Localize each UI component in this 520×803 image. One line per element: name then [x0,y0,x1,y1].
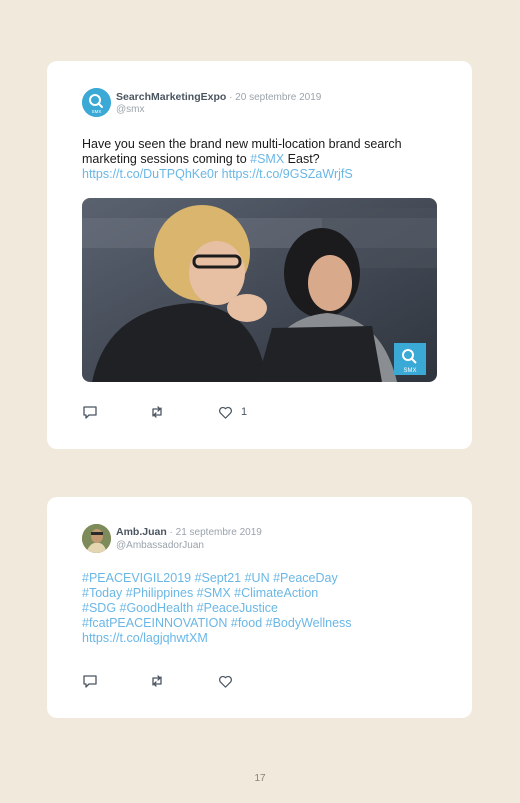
hashtag-link[interactable]: #SMX [250,152,284,166]
page-number: 17 [254,773,266,784]
retweet-button[interactable] [149,404,165,420]
hashtag-line[interactable]: #PEACEVIGIL2019 #Sept21 #UN #PeaceDay [82,571,442,586]
tweet-card: Amb.Juan · 21 septembre 2019 @Ambassador… [47,497,472,718]
tweet-text-prefix: Have you seen the brand new multi-locati… [82,137,402,166]
smx-logo-icon: SMX [82,88,111,117]
hashtag-line[interactable]: #SDG #GoodHealth #PeaceJustice [82,601,442,616]
author-name[interactable]: Amb.Juan [116,526,167,538]
tweet-link[interactable]: https://t.co/lagjqhwtXM [82,631,442,646]
like-count: 1 [241,406,248,418]
author-line: SearchMarketingExpo · 20 septembre 2019 [116,91,321,103]
like-button[interactable]: 1 [218,404,247,420]
conference-photo: SMX [82,198,437,382]
reply-icon [83,406,97,419]
avatar[interactable] [82,524,111,553]
hashtag-line[interactable]: #Today #Philippines #SMX #ClimateAction [82,586,442,601]
retweet-icon [152,675,162,687]
author-handle[interactable]: @smx [116,104,144,115]
tweet-actions: 1 [82,404,282,420]
tweet-date[interactable]: · 21 septembre 2019 [167,527,262,538]
like-icon [219,675,232,688]
svg-text:SMX: SMX [403,368,416,374]
tweet-text: #PEACEVIGIL2019 #Sept21 #UN #PeaceDay #T… [82,571,442,646]
tweet-date[interactable]: · 20 septembre 2019 [226,92,321,103]
tweet-card: SMX SearchMarketingExpo · 20 septembre 2… [47,61,472,449]
retweet-button[interactable] [149,673,165,689]
person-avatar-icon [82,524,111,553]
tweet-text: Have you seen the brand new multi-locati… [82,137,442,182]
tweet-text-suffix: East? [284,152,320,166]
reply-button[interactable] [82,673,98,689]
tweet-links[interactable]: https://t.co/DuTPQhKe0r https://t.co/9GS… [82,167,353,181]
author-name[interactable]: SearchMarketingExpo [116,91,226,103]
reply-icon [83,675,97,688]
tweet-actions [82,673,282,689]
like-icon [219,406,232,419]
like-button[interactable] [218,673,241,689]
hashtag-line[interactable]: #fcatPEACEINNOVATION #food #BodyWellness [82,616,442,631]
reply-button[interactable] [82,404,98,420]
tweet-photo[interactable]: SMX [82,198,437,382]
avatar[interactable]: SMX [82,88,111,117]
svg-text:SMX: SMX [92,109,102,114]
author-handle[interactable]: @AmbassadorJuan [116,540,204,551]
retweet-icon [152,406,162,418]
author-line: Amb.Juan · 21 septembre 2019 [116,526,262,538]
